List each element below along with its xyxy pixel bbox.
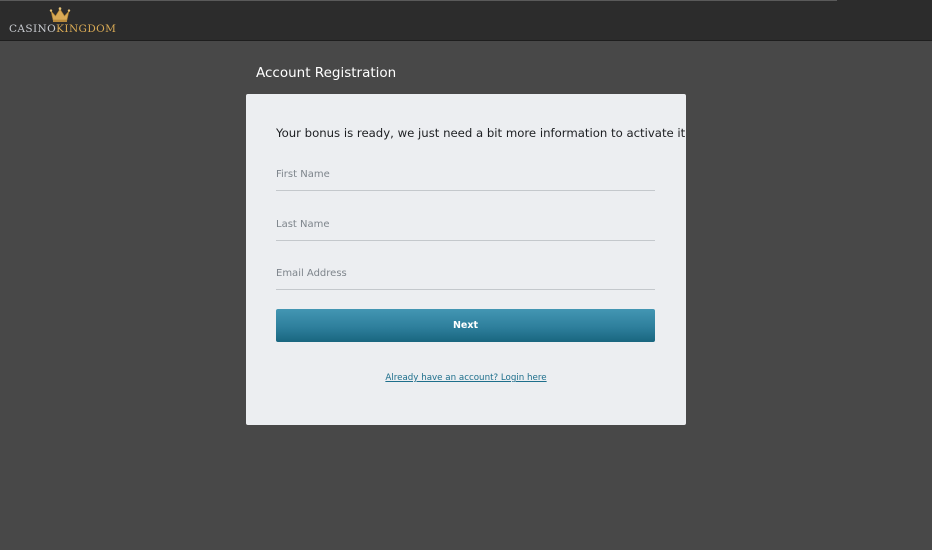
casino-kingdom-logo[interactable]: CASINOKINGDOM: [9, 6, 116, 38]
email-address-input[interactable]: [276, 259, 655, 287]
first-name-field-wrapper: [276, 160, 655, 191]
last-name-input[interactable]: [276, 210, 655, 238]
login-link[interactable]: Already have an account? Login here: [246, 372, 686, 384]
top-bar: CASINOKINGDOM: [0, 0, 932, 41]
top-bar-edge: [837, 0, 932, 1]
logo-casino-text: CASINO: [9, 23, 57, 35]
email-field-wrapper: [276, 259, 655, 290]
first-name-input[interactable]: [276, 160, 655, 188]
logo-wordmark: CASINOKINGDOM: [9, 23, 116, 35]
last-name-field-wrapper: [276, 210, 655, 241]
logo-kingdom-text: KINGDOM: [56, 23, 117, 35]
next-button[interactable]: Next: [276, 309, 655, 342]
registration-card: Your bonus is ready, we just need a bit …: [246, 94, 686, 425]
page-title: Account Registration: [256, 65, 397, 81]
form-heading: Your bonus is ready, we just need a bit …: [276, 126, 686, 140]
crown-icon: [49, 7, 71, 22]
